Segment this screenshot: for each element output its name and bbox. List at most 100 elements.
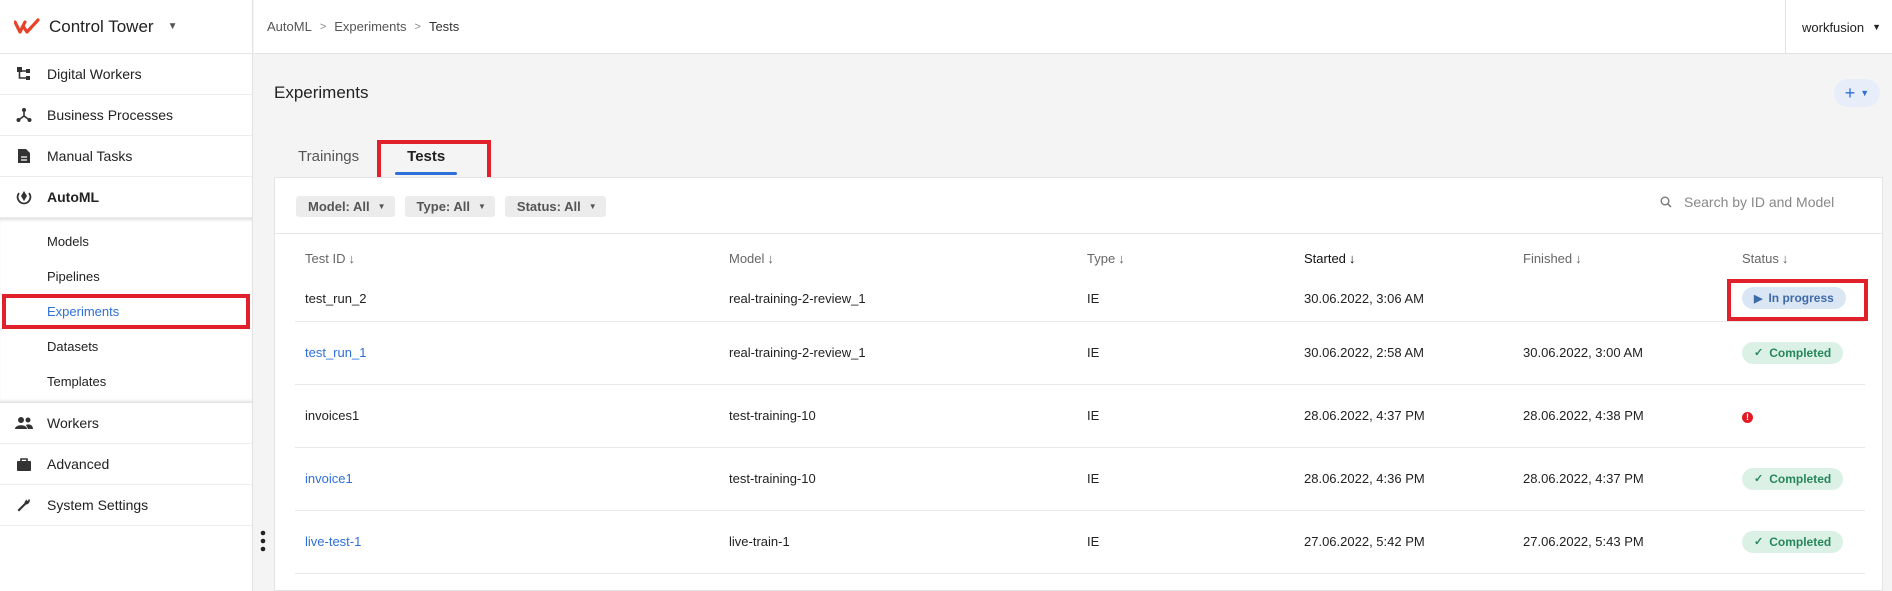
- search-input[interactable]: Search by ID and Model: [1684, 194, 1834, 210]
- error-icon[interactable]: !: [1742, 412, 1753, 423]
- plus-icon: +: [1844, 82, 1856, 103]
- sidebar-subitem-templates[interactable]: Templates: [0, 364, 252, 399]
- subitem-label: Models: [47, 234, 89, 249]
- user-name: workfusion: [1802, 19, 1865, 35]
- cell-started: 30.06.2022, 2:58 AM: [1294, 321, 1513, 385]
- tests-table: Test ID ↓ Model ↓ Type ↓ Started ↓ Finished ↓…: [295, 240, 1865, 574]
- sidebar-top-items: Digital Workers Business Processes Manua…: [0, 54, 252, 218]
- arrow-down-icon: ↓: [1781, 250, 1789, 266]
- subitem-label: Pipelines: [47, 269, 100, 284]
- chevron-right-icon: >: [414, 20, 421, 33]
- add-button[interactable]: + ▼: [1834, 79, 1880, 107]
- cell-model: live-train-1: [719, 510, 1077, 574]
- sidebar-item-label: Digital Workers: [47, 66, 142, 82]
- column-header-type[interactable]: Type ↓: [1077, 240, 1294, 276]
- cell-test-id: invoices1: [295, 384, 719, 448]
- arrow-down-icon: ↓: [348, 250, 355, 266]
- page-title: Experiments: [274, 83, 369, 102]
- sidebar-item-label: System Settings: [47, 497, 149, 513]
- sidebar-subitem-pipelines[interactable]: Pipelines: [0, 259, 252, 294]
- filter-label: Type: All: [416, 199, 470, 214]
- table-row[interactable]: test_run_2 real-training-2-review_1 IE 3…: [295, 276, 1865, 322]
- cell-test-id-link[interactable]: invoice1: [295, 447, 719, 511]
- breadcrumb-automl[interactable]: AutoML: [267, 19, 312, 34]
- cell-test-id-link[interactable]: live-test-1: [295, 510, 719, 574]
- cell-finished: 28.06.2022, 4:37 PM: [1513, 447, 1732, 511]
- sidebar-item-advanced[interactable]: Advanced: [0, 444, 252, 485]
- header-label: Finished: [1523, 250, 1573, 266]
- table-row[interactable]: test_run_1 real-training-2-review_1 IE 3…: [295, 321, 1865, 385]
- in-progress-highlight: [1727, 279, 1868, 321]
- cell-type: IE: [1077, 447, 1294, 511]
- sidebar-subitem-models[interactable]: Models: [0, 224, 252, 259]
- search-icon: [1660, 196, 1672, 208]
- header-label: Test ID: [305, 250, 346, 266]
- status-text: Completed: [1769, 534, 1832, 549]
- automl-submenu: Models Pipelines Experiments Datasets Te…: [0, 218, 252, 403]
- sidebar-subitem-experiments[interactable]: Experiments: [2, 294, 250, 329]
- filter-label: Model: All: [308, 199, 370, 214]
- sidebar-item-workers[interactable]: Workers: [0, 403, 252, 444]
- people-icon: [15, 414, 33, 432]
- workfusion-logo-icon: [14, 17, 40, 34]
- chevron-down-icon: ▼: [377, 202, 386, 211]
- sidebar: Control Tower ▼ Digital Workers Business…: [0, 0, 253, 591]
- sidebar-item-label: Manual Tasks: [47, 148, 133, 164]
- check-icon: ✓: [1754, 473, 1764, 485]
- sidebar-item-manual-tasks[interactable]: Manual Tasks: [0, 136, 252, 177]
- user-menu[interactable]: workfusion ▼: [1785, 0, 1892, 54]
- hierarchy-icon: [15, 65, 33, 83]
- model-filter[interactable]: Model: All ▼: [296, 196, 395, 217]
- cell-finished: [1513, 276, 1732, 322]
- chevron-down-icon: ▼: [588, 202, 597, 211]
- cell-status: ✓ Completed: [1732, 510, 1865, 574]
- subitem-label: Datasets: [47, 339, 99, 354]
- cell-started: 27.06.2022, 5:42 PM: [1294, 510, 1513, 574]
- cell-finished: 30.06.2022, 3:00 AM: [1513, 321, 1732, 385]
- status-filter[interactable]: Status: All ▼: [504, 196, 606, 217]
- sidebar-item-business-processes[interactable]: Business Processes: [0, 95, 252, 136]
- column-header-model[interactable]: Model ↓: [719, 240, 1077, 276]
- cell-model: real-training-2-review_1: [719, 276, 1077, 322]
- column-header-test-id[interactable]: Test ID ↓: [295, 240, 719, 276]
- check-icon: ✓: [1754, 536, 1764, 548]
- search-box[interactable]: Search by ID and Model: [1660, 194, 1834, 210]
- sidebar-subitem-datasets[interactable]: Datasets: [0, 329, 252, 364]
- cell-test-id-link[interactable]: test_run_1: [295, 321, 719, 385]
- sidebar-item-system-settings[interactable]: System Settings: [0, 485, 252, 526]
- column-header-status[interactable]: Status ↓: [1732, 240, 1865, 276]
- table-row[interactable]: live-test-1 live-train-1 IE 27.06.2022, …: [295, 510, 1865, 574]
- breadcrumb-experiments[interactable]: Experiments: [334, 19, 406, 34]
- automl-icon: [15, 188, 33, 206]
- cell-model: real-training-2-review_1: [719, 321, 1077, 385]
- column-header-started[interactable]: Started ↓: [1294, 240, 1513, 276]
- subitem-label: Experiments: [47, 304, 120, 319]
- cell-started: 28.06.2022, 4:36 PM: [1294, 447, 1513, 511]
- cell-type: IE: [1077, 321, 1294, 385]
- app-title: Control Tower: [49, 16, 154, 36]
- chevron-down-icon[interactable]: ▼: [168, 21, 178, 32]
- chevron-down-icon: ▼: [1872, 22, 1882, 32]
- document-icon: [15, 147, 33, 165]
- more-vertical-icon[interactable]: [259, 530, 267, 552]
- header-label: Started: [1304, 250, 1346, 266]
- cell-finished: 28.06.2022, 4:38 PM: [1513, 384, 1732, 448]
- table-row[interactable]: invoices1 test-training-10 IE 28.06.2022…: [295, 384, 1865, 448]
- filter-label: Status: All: [516, 199, 581, 214]
- process-icon: [15, 106, 33, 124]
- breadcrumb: AutoML > Experiments > Tests: [254, 19, 459, 34]
- tab-trainings[interactable]: Trainings: [274, 135, 383, 177]
- sidebar-item-digital-workers[interactable]: Digital Workers: [0, 54, 252, 95]
- cell-status: ✓ Completed: [1732, 447, 1865, 511]
- arrow-down-icon: ↓: [1348, 250, 1356, 266]
- type-filter[interactable]: Type: All ▼: [404, 196, 495, 217]
- chevron-right-icon: >: [319, 20, 327, 33]
- table-row[interactable]: invoice1 test-training-10 IE 28.06.2022,…: [295, 447, 1865, 511]
- cell-started: 28.06.2022, 4:37 PM: [1294, 384, 1513, 448]
- filter-bar: Model: All ▼ Type: All ▼ Status: All ▼: [296, 196, 606, 217]
- column-header-finished[interactable]: Finished ↓: [1513, 240, 1732, 276]
- sidebar-item-automl[interactable]: AutoML: [0, 177, 252, 218]
- sidebar-bottom-items: Workers Advanced System Settings: [0, 403, 252, 526]
- app-brand[interactable]: Control Tower ▼: [0, 0, 252, 54]
- cell-model: test-training-10: [719, 384, 1077, 448]
